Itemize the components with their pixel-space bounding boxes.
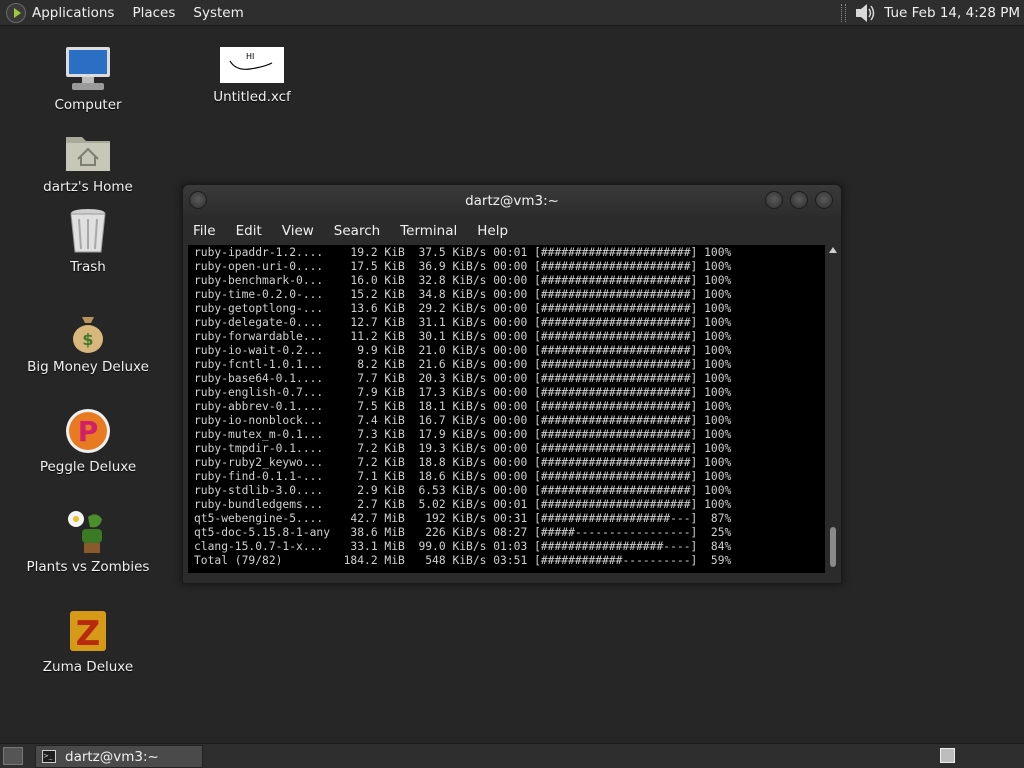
terminal-line: ruby-stdlib-3.0.... 2.9 KiB 6.53 KiB/s 0… [194, 484, 732, 497]
terminal-line: ruby-tmpdir-0.1.... 7.2 KiB 19.3 KiB/s 0… [194, 442, 732, 455]
menu-file[interactable]: File [193, 223, 216, 239]
bottom-panel: >_ dartz@vm3:~ [0, 743, 1024, 768]
menu-view[interactable]: View [282, 223, 314, 239]
desktop-icon-computer[interactable]: Computer [23, 45, 153, 113]
terminal-line: ruby-ipaddr-1.2.... 19.2 KiB 37.5 KiB/s … [194, 246, 732, 259]
desktop-icon-untitled-xcf[interactable]: HI Untitled.xcf [187, 47, 317, 105]
terminal-line: ruby-io-wait-0.2... 9.9 KiB 21.0 KiB/s 0… [194, 344, 732, 357]
scroll-up-arrow-icon[interactable] [829, 247, 837, 253]
close-button[interactable] [815, 191, 833, 209]
terminal-line: ruby-abbrev-0.1.... 7.5 KiB 18.1 KiB/s 0… [194, 400, 732, 413]
trash-icon [70, 209, 106, 253]
window-titlebar[interactable]: dartz@vm3:~ [183, 185, 841, 217]
terminal-text: ruby-ipaddr-1.2.... 19.2 KiB 37.5 KiB/s … [188, 245, 825, 568]
terminal-line: qt5-doc-5.15.8-1-any 38.6 MiB 226 KiB/s … [194, 526, 732, 539]
desktop-icon-peggle[interactable]: P Peggle Deluxe [23, 407, 153, 475]
taskbar-item-terminal[interactable]: >_ dartz@vm3:~ [35, 745, 203, 768]
desktop-icon-zuma[interactable]: Z Zuma Deluxe [23, 607, 153, 675]
terminal-output[interactable]: ruby-ipaddr-1.2.... 19.2 KiB 37.5 KiB/s … [188, 245, 825, 573]
zuma-icon: Z [70, 611, 106, 654]
desktop-icon-label: dartz's Home [43, 179, 133, 195]
terminal-line: qt5-webengine-5.... 42.7 MiB 192 KiB/s 0… [194, 512, 732, 525]
terminal-window[interactable]: dartz@vm3:~ File Edit View Search Termin… [182, 184, 842, 584]
places-menu[interactable]: Places [132, 5, 175, 21]
thumbnail-text: HI [246, 52, 254, 61]
terminal-line: ruby-english-0.7... 7.9 KiB 17.3 KiB/s 0… [194, 386, 732, 399]
desktop-icon-home[interactable]: dartz's Home [23, 127, 153, 195]
image-file-icon: HI [229, 52, 273, 70]
terminal-line: clang-15.0.7-1-x... 33.1 MiB 99.0 KiB/s … [194, 540, 732, 553]
peggle-icon: P [66, 409, 110, 453]
taskbar-item-label: dartz@vm3:~ [65, 748, 159, 765]
menu-help[interactable]: Help [477, 223, 508, 239]
desktop-icon-plants-vs-zombies[interactable]: Plants vs Zombies [23, 507, 153, 575]
volume-icon[interactable] [854, 3, 876, 23]
svg-text:P: P [78, 415, 99, 448]
desktop-icon-label: Plants vs Zombies [26, 559, 150, 575]
desktop-icon-trash[interactable]: Trash [23, 207, 153, 275]
terminal-line: ruby-mutex_m-0.1... 7.3 KiB 17.9 KiB/s 0… [194, 428, 732, 441]
desktop-icon-label: Computer [54, 97, 122, 113]
terminal-line: ruby-open-uri-0.... 17.5 KiB 36.9 KiB/s … [194, 260, 732, 273]
menu-terminal[interactable]: Terminal [400, 223, 457, 239]
maximize-button[interactable] [790, 191, 808, 209]
system-menu[interactable]: System [193, 5, 243, 21]
desktop-icon-label: Peggle Deluxe [39, 459, 137, 475]
desktop-icon-big-money[interactable]: $ Big Money Deluxe [23, 307, 153, 375]
terminal-line: ruby-base64-0.1.... 7.7 KiB 20.3 KiB/s 0… [194, 372, 732, 385]
terminal-line: ruby-fcntl-1.0.1... 8.2 KiB 21.6 KiB/s 0… [194, 358, 732, 371]
desktop-icon-label: Zuma Deluxe [42, 659, 134, 675]
terminal-line: Total (79/82) 184.2 MiB 548 KiB/s 03:51 … [194, 554, 732, 567]
terminal-menubar: File Edit View Search Terminal Help [183, 217, 841, 245]
svg-text:Z: Z [76, 614, 101, 654]
terminal-line: ruby-benchmark-0... 16.0 KiB 32.8 KiB/s … [194, 274, 732, 287]
svg-text:$: $ [82, 330, 93, 349]
top-panel: Applications Places System Tue Feb 14, 4… [0, 0, 1024, 26]
desktop-icon-label: Untitled.xcf [213, 89, 291, 105]
home-folder-icon [66, 137, 110, 171]
applications-menu[interactable]: Applications [32, 5, 114, 21]
terminal-line: ruby-forwardable... 11.2 KiB 30.1 KiB/s … [194, 330, 732, 343]
money-bag-icon: $ [73, 317, 103, 353]
minimize-button[interactable] [765, 191, 783, 209]
plants-vs-zombies-icon [68, 511, 102, 553]
terminal-line: ruby-delegate-0.... 12.7 KiB 31.1 KiB/s … [194, 316, 732, 329]
terminal-line: ruby-find-0.1.1-... 7.1 KiB 18.6 KiB/s 0… [194, 470, 732, 483]
clock[interactable]: Tue Feb 14, 4:28 PM [884, 5, 1020, 21]
desktop-icon-label: Big Money Deluxe [27, 359, 149, 375]
terminal-line: ruby-bundledgems... 2.7 KiB 5.02 KiB/s 0… [194, 498, 732, 511]
scrollbar-thumb[interactable] [830, 527, 836, 567]
terminal-line: ruby-time-0.2.0-... 15.2 KiB 34.8 KiB/s … [194, 288, 732, 301]
terminal-icon: >_ [42, 750, 56, 763]
menu-search[interactable]: Search [334, 223, 380, 239]
menu-edit[interactable]: Edit [236, 223, 262, 239]
terminal-line: ruby-getoptlong-... 13.6 KiB 29.2 KiB/s … [194, 302, 732, 315]
distro-logo-icon[interactable] [6, 2, 26, 23]
workspace-switcher[interactable] [940, 748, 955, 763]
show-desktop-icon[interactable] [3, 747, 23, 765]
desktop-icon-label: Trash [70, 259, 106, 275]
terminal-scrollbar[interactable] [827, 245, 839, 573]
panel-separator [841, 3, 847, 22]
terminal-line: ruby-io-nonblock... 7.4 KiB 16.7 KiB/s 0… [194, 414, 732, 427]
computer-icon [66, 47, 110, 90]
terminal-line: ruby-ruby2_keywo... 7.2 KiB 18.8 KiB/s 0… [194, 456, 732, 469]
window-title: dartz@vm3:~ [465, 193, 559, 209]
